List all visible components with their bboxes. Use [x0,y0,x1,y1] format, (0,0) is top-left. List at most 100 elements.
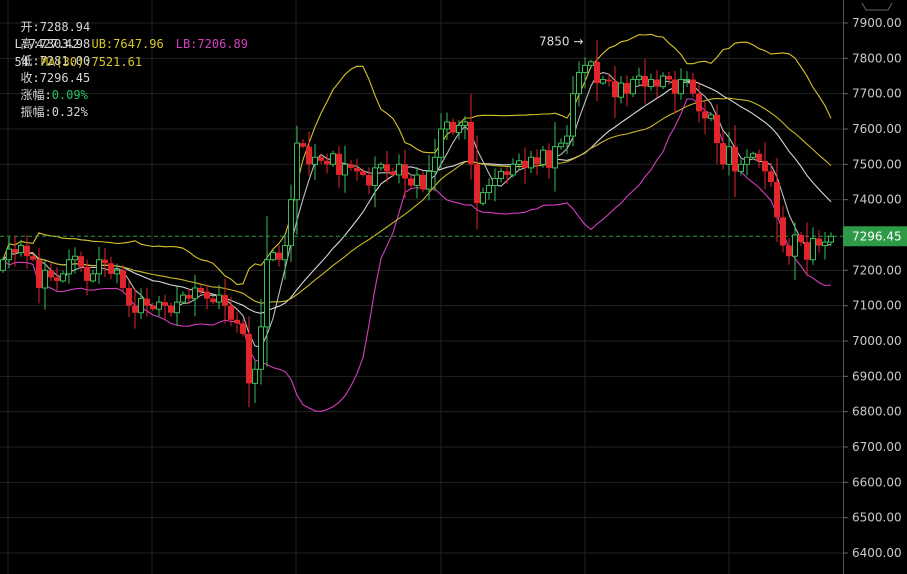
change-readout: 涨幅:0.09% [20,88,87,102]
candle-up [330,153,336,165]
candle-up [270,252,276,261]
close-readout: 收:7296.45 [20,71,90,85]
candle-down [690,79,696,94]
candle-down [210,298,216,303]
candle-up [558,142,564,148]
grid [0,0,843,574]
candle-down [54,277,60,281]
candle-up [96,259,102,275]
candle-up [216,294,222,303]
close-label: 收: [20,71,40,85]
close-value: 7296.45 [39,71,91,85]
candle-up [180,294,186,303]
candle-down [24,245,30,257]
candle-down [240,323,246,334]
candle-up [378,163,384,169]
candle-down [780,217,786,246]
candle-down [168,305,174,313]
candle-down [384,164,390,172]
candle-up [480,192,486,204]
candle-up [114,269,120,275]
boll-lb-value: LB:7206.89 [175,37,248,51]
candle-up [744,156,750,165]
candle-down [102,259,108,264]
candle-down [534,157,540,165]
y-tick-label: 6400.00 [852,546,902,560]
candle-up [738,163,744,172]
candle-up [498,170,504,179]
candle-up [66,259,72,275]
candle-up [294,142,300,201]
candle-down [306,146,312,165]
candle-down [798,234,804,243]
candle-up [570,93,576,137]
candle-down [222,295,228,306]
candle-down [696,93,702,112]
candle-up [726,146,732,165]
candle-up [588,61,594,66]
candle-up [708,114,714,119]
candle-down [816,238,822,246]
candle-up [648,79,654,88]
candle-up [792,234,798,257]
candle-down [702,111,708,119]
candle-up [576,71,582,95]
candlestick-chart[interactable]: 7850 → 7900.00 7800.00 7700.00 7600.00 7500.… [0,0,907,574]
candle-down [204,291,210,299]
candle-up [6,248,12,261]
change-value: 0.09% [51,88,88,102]
candle-down [522,160,528,168]
candle-down [108,263,114,274]
boll-upper-line [2,33,832,286]
y-tick-label: 6800.00 [852,405,902,419]
candle-up [438,128,444,158]
candle-down [804,242,810,260]
scroll-up-handle [861,2,893,11]
candle-down [234,319,240,324]
candle-up [372,167,378,187]
candle-up [492,177,498,187]
ma30-value: MA(30):7521.61 [40,55,143,69]
candle-up [540,149,546,165]
candle-up [528,156,534,169]
candle-down [402,164,408,179]
y-tick-label: 7600.00 [852,122,902,136]
y-tick-label: 6900.00 [852,369,902,383]
y-tick-label: 7500.00 [852,157,902,171]
candle-up [0,259,6,271]
candle-down [276,252,282,260]
candle-down [774,181,780,218]
candle-up [138,298,144,314]
candles [0,40,834,408]
candle-down [546,150,552,168]
candle-down [786,245,792,257]
change-label: 涨幅: [20,88,52,102]
candle-down [756,153,762,161]
candle-down [360,171,366,175]
indicator-lines: 7850 → [0,33,843,412]
candle-down [450,121,456,133]
candle-up [252,368,258,384]
candle-down [354,167,360,172]
candle-down [318,157,324,161]
y-tick-label: 7700.00 [852,87,902,101]
candle-up [582,64,588,73]
candle-down [78,256,84,267]
candle-down [126,287,132,306]
y-tick-label: 7200.00 [852,263,902,277]
candle-down [720,143,726,165]
y-tick-label: 7100.00 [852,299,902,313]
candle-down [504,171,510,175]
max-price-annotation: 7850 → [539,35,583,49]
candle-down [300,143,306,147]
candle-up [414,174,420,187]
price-axis[interactable]: 7900.00 7800.00 7700.00 7600.00 7500.00 7400.… [843,0,907,574]
candle-up [174,301,180,314]
candle-down [768,171,774,182]
y-tick-label: 7900.00 [852,16,902,30]
candle-down [672,79,678,94]
candle-down [186,295,192,299]
y-tick-label: 6600.00 [852,475,902,489]
candle-down [12,249,18,253]
candle-down [612,81,618,98]
